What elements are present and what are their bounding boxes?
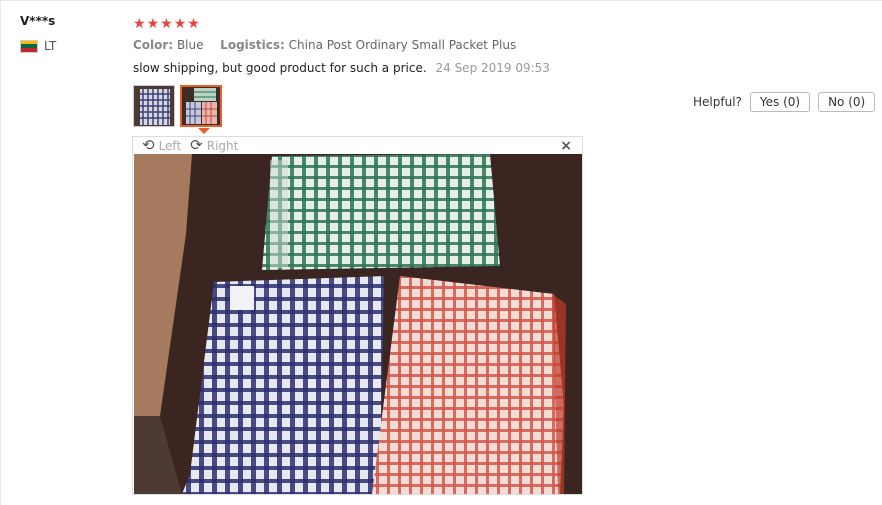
helpful-yes-button[interactable]: Yes (0) xyxy=(749,92,811,112)
review-date: 24 Sep 2019 09:53 xyxy=(435,61,550,75)
rotate-right-icon: ⟳ xyxy=(190,136,203,154)
rotate-right-label: Right xyxy=(206,138,239,153)
logistics-label: Logistics: xyxy=(220,38,285,52)
star-icon: ★ xyxy=(160,16,173,32)
star-icon: ★ xyxy=(146,16,160,32)
active-thumbnail-indicator xyxy=(198,128,210,134)
photo-thumbnail-1[interactable] xyxy=(133,85,175,127)
photo-thumbnail-2[interactable] xyxy=(180,85,222,127)
helpful-voting: Helpful? Yes (0) No (0) xyxy=(693,92,876,112)
feedback-text: slow shipping, but good product for such… xyxy=(133,61,427,75)
star-icon: ★ xyxy=(133,16,146,32)
helpful-no-button[interactable]: No (0) xyxy=(818,92,876,112)
color-value: Blue xyxy=(176,38,204,52)
lithuania-flag-icon xyxy=(20,39,38,53)
reviewer-country: LT xyxy=(20,39,56,53)
feedback-text-row: slow shipping, but good product for such… xyxy=(133,61,550,75)
helpful-label: Helpful? xyxy=(693,95,742,109)
close-icon[interactable]: × xyxy=(560,138,572,154)
country-code: LT xyxy=(44,39,57,53)
order-attributes: Color: Blue Logistics: China Post Ordina… xyxy=(133,38,516,52)
review-photo xyxy=(134,154,582,494)
color-label: Color: xyxy=(133,38,174,52)
review-item: V***s LT ★ ★ ★ ★ ★ Color: Blue Logistics… xyxy=(0,0,882,505)
star-icon: ★ xyxy=(173,16,187,32)
reviewer-name: V***s xyxy=(20,14,56,28)
star-icon: ★ xyxy=(187,16,200,32)
photo-thumbnails xyxy=(133,85,222,127)
rotate-left-label: Left xyxy=(158,138,182,153)
star-rating: ★ ★ ★ ★ ★ xyxy=(133,16,200,32)
rotate-left-button[interactable]: ⟲ Left xyxy=(142,138,181,153)
viewer-toolbar: ⟲ Left ⟳ Right × xyxy=(133,137,582,155)
rotate-right-button[interactable]: ⟳ Right xyxy=(190,138,238,153)
logistics-value: China Post Ordinary Small Packet Plus xyxy=(288,38,517,52)
rotate-left-icon: ⟲ xyxy=(142,136,155,154)
photo-viewer: ⟲ Left ⟳ Right × xyxy=(132,136,583,495)
